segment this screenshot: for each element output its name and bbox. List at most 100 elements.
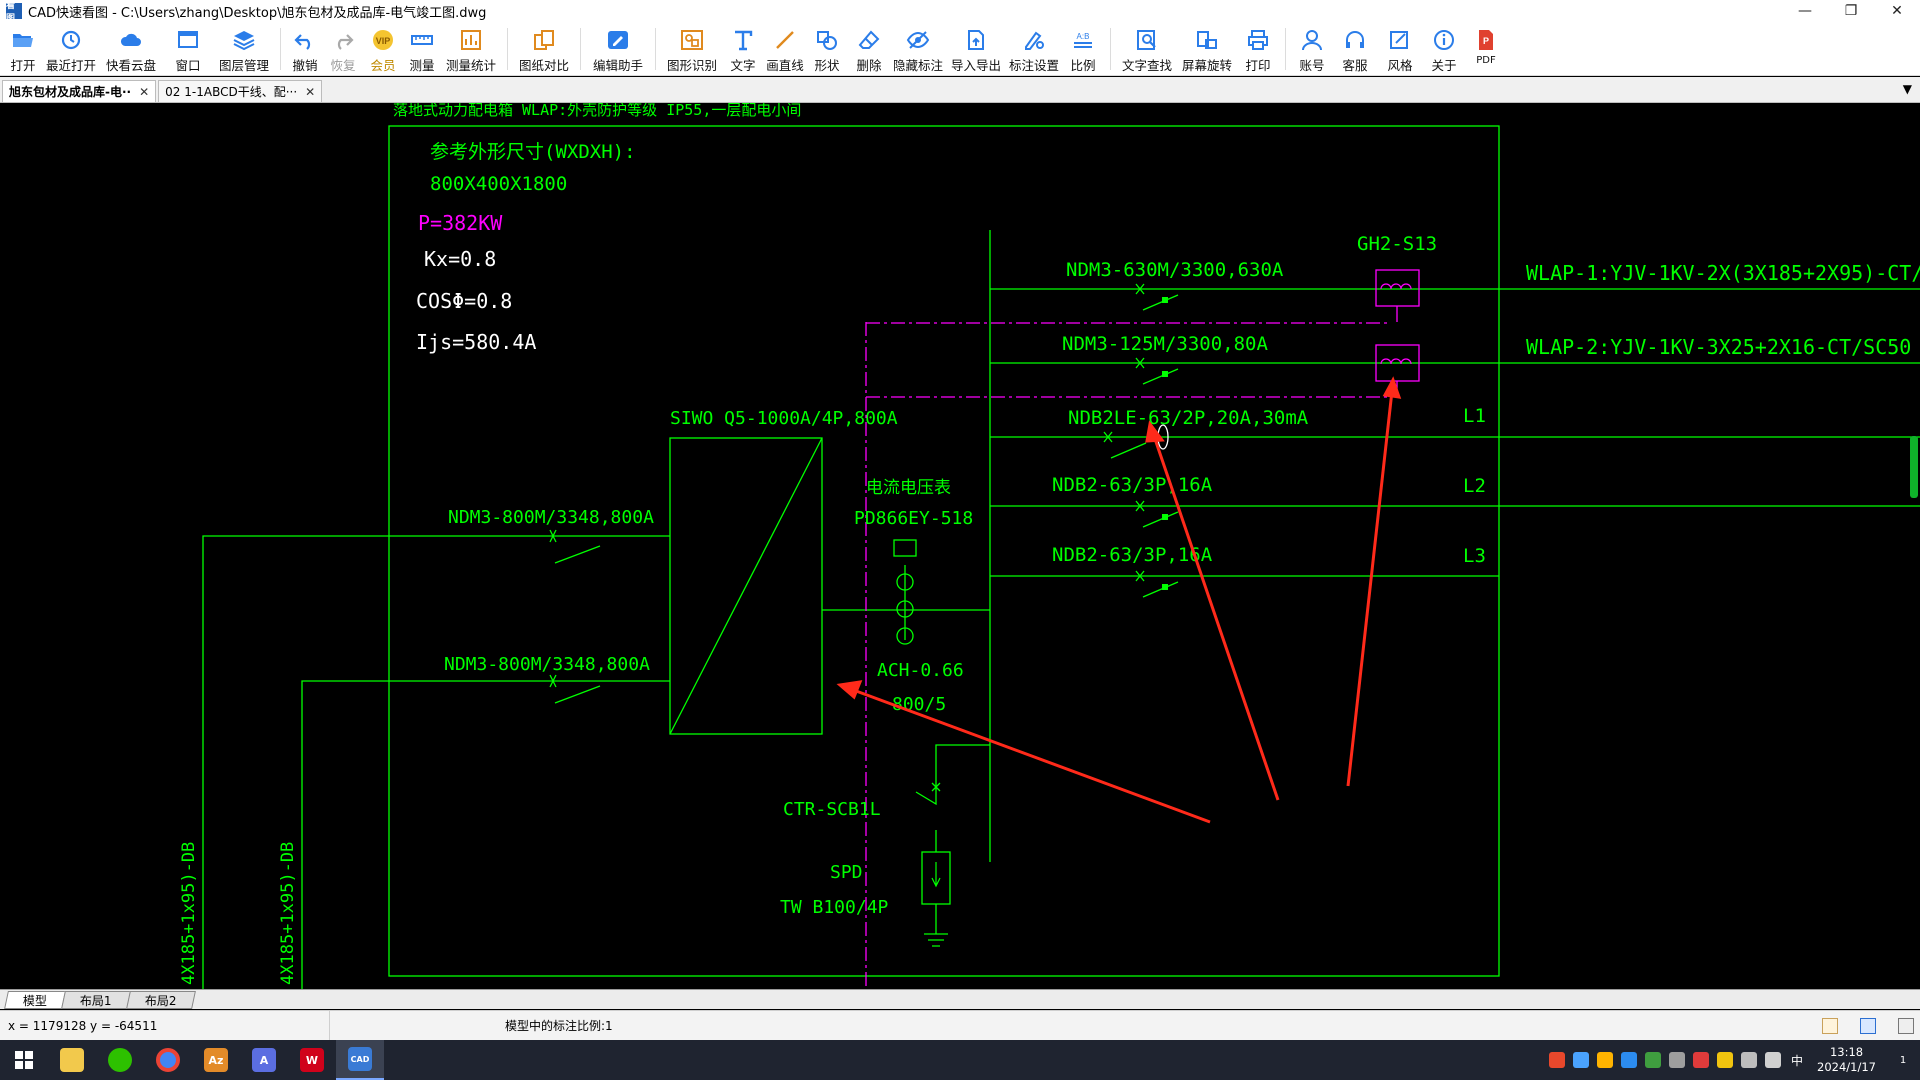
tab-layout-1[interactable]: 布局1	[61, 990, 131, 1009]
system-tray: 中 13:18 2024/1/17 1	[1545, 1040, 1920, 1080]
delete-button[interactable]: 删除	[848, 22, 890, 76]
tab-close-icon[interactable]: ✕	[139, 85, 149, 99]
app-logo-icon: 看图	[6, 1, 22, 24]
print-button[interactable]: 打印	[1237, 22, 1279, 76]
redo-button[interactable]: 恢复	[323, 22, 363, 76]
vip-button[interactable]: VIP 会员	[363, 22, 403, 76]
text-button[interactable]: 文字	[722, 22, 764, 76]
line-button[interactable]: 画直线	[764, 22, 806, 76]
taskbar-wps[interactable]: W	[288, 1040, 336, 1080]
toolbar-separator	[280, 28, 281, 70]
meter-gh2-1-coil	[1380, 283, 1412, 290]
document-tab-active[interactable]: 旭东包材及成品库-电·· ✕	[2, 80, 157, 102]
annotation-settings-button[interactable]: 标注设置	[1006, 22, 1062, 76]
vip-label: 会员	[370, 58, 396, 73]
tray-app-icon[interactable]	[1621, 1052, 1638, 1068]
taskbar-file-explorer[interactable]	[48, 1040, 96, 1080]
tray-clock[interactable]: 13:18 2024/1/17	[1817, 1045, 1876, 1075]
tray-arrow-icon[interactable]	[1597, 1052, 1614, 1068]
import-export-button[interactable]: 导入导出	[946, 22, 1006, 76]
tab-layout-2[interactable]: 布局2	[125, 990, 196, 1009]
annotation-scale-text: 模型中的标注比例:1	[505, 1019, 613, 1033]
collapse-icon[interactable]	[1898, 1018, 1914, 1034]
ats-label: SIWO Q5-1000A/4P,800A	[670, 408, 898, 429]
cloud-button[interactable]: 快看云盘	[100, 22, 162, 76]
close-button[interactable]: ✕	[1874, 0, 1920, 22]
feeder-1-breaker-label: NDM3-630M/3300,630A	[1066, 259, 1284, 281]
tray-volume-icon[interactable]	[1765, 1052, 1782, 1068]
tab-close-icon[interactable]: ✕	[305, 85, 315, 99]
compare-icon	[531, 28, 557, 52]
tray-security-icon[interactable]	[1693, 1052, 1710, 1068]
feeder-3-breaker-label: NDB2LE-63/2P,20A,30mA	[1068, 407, 1309, 429]
hide-annotation-button[interactable]: 隐藏标注	[890, 22, 946, 76]
ime-indicator[interactable]: 中	[1791, 1052, 1803, 1069]
scale-icon: A:B	[1070, 28, 1096, 52]
tab-model[interactable]: 模型	[4, 990, 66, 1009]
fullscreen-icon[interactable]	[1860, 1018, 1876, 1034]
shape-recognition-label: 图形识别	[666, 58, 717, 73]
open-button[interactable]: 打开	[4, 22, 42, 76]
tab-label: 02 1-1ABCD干线、配···	[165, 85, 298, 99]
toolbar-separator	[580, 28, 581, 70]
measure-stats-button[interactable]: 测量统计	[441, 22, 501, 76]
document-tab-bar: 旭东包材及成品库-电·· ✕ 02 1-1ABCD干线、配··· ✕ ▼	[0, 77, 1920, 103]
window-label: 窗口	[175, 58, 201, 73]
tray-ime-icon[interactable]	[1549, 1052, 1566, 1068]
minimize-button[interactable]: —	[1782, 0, 1828, 22]
about-button[interactable]: 关于	[1422, 22, 1466, 76]
text-search-button[interactable]: 文字查找	[1117, 22, 1177, 76]
layers-button[interactable]: 图层管理	[214, 22, 274, 76]
svg-text:A:B: A:B	[1077, 32, 1090, 41]
edit-assistant-button[interactable]: 编辑助手	[587, 22, 649, 76]
cursor-coordinates: x = 1179128 y = -64511	[0, 1010, 330, 1041]
compare-button[interactable]: 图纸对比	[514, 22, 574, 76]
taskbar-wechat[interactable]	[96, 1040, 144, 1080]
size-value: 800X400X1800	[430, 173, 567, 195]
drawing-canvas[interactable]: 落地式动力配电箱 WLAP:外壳防护等级 IP55,一层配电小间 参考外形尺寸(…	[0, 103, 1920, 989]
shapes-button[interactable]: 形状	[806, 22, 848, 76]
taskbar-az-app[interactable]: Az	[192, 1040, 240, 1080]
shape-recognition-button[interactable]: 图形识别	[662, 22, 722, 76]
title-bar: 看图 CAD快速看图 - C:\Users\zhang\Desktop\旭东包材…	[0, 0, 1920, 24]
tray-wechat-icon[interactable]	[1645, 1052, 1662, 1068]
recent-button[interactable]: 最近打开	[42, 22, 100, 76]
measure-button[interactable]: 测量	[403, 22, 441, 76]
cloud-icon	[118, 28, 144, 52]
tray-usb-icon[interactable]	[1669, 1052, 1686, 1068]
style-button[interactable]: 风格	[1378, 22, 1422, 76]
notification-center-icon[interactable]: 1	[1886, 1040, 1920, 1080]
gh2-label: GH2-S13	[1357, 233, 1437, 255]
restore-button[interactable]: ❐	[1828, 0, 1874, 22]
feeder-4-breaker-label: NDB2-63/3P,16A	[1052, 474, 1213, 496]
tray-cloud-icon[interactable]	[1573, 1052, 1590, 1068]
scale-button[interactable]: A:B 比例	[1062, 22, 1104, 76]
spd-model-label: TW B100/4P	[780, 897, 889, 918]
main-toolbar: 打开 最近打开 快看云盘 窗口 图层管理 撤销 恢复 VIP 会员 测量 测量统…	[0, 22, 1920, 76]
rotate-screen-button[interactable]: 屏幕旋转	[1177, 22, 1237, 76]
start-button[interactable]	[0, 1040, 48, 1080]
layout-toggle-icon[interactable]	[1822, 1018, 1838, 1034]
vertical-scroll-thumb[interactable]	[1910, 436, 1918, 498]
tray-update-icon[interactable]	[1717, 1052, 1734, 1068]
annotation-settings-label: 标注设置	[1008, 58, 1059, 73]
taskbar-chrome[interactable]	[144, 1040, 192, 1080]
phase-l3-label: L3	[1463, 545, 1486, 567]
kx-value: Kx=0.8	[424, 247, 496, 271]
tray-network-icon[interactable]	[1741, 1052, 1758, 1068]
undo-button[interactable]: 撤销	[287, 22, 323, 76]
print-icon	[1245, 28, 1271, 52]
taskbar-a-app[interactable]: A	[240, 1040, 288, 1080]
taskbar-cad-viewer[interactable]: CAD	[336, 1040, 384, 1080]
support-button[interactable]: 客服	[1332, 22, 1378, 76]
wps-icon: W	[300, 1048, 324, 1072]
window-button[interactable]: 窗口	[162, 22, 214, 76]
incoming-feeder-2	[301, 680, 670, 989]
about-label: 关于	[1431, 58, 1457, 73]
document-tab[interactable]: 02 1-1ABCD干线、配··· ✕	[158, 80, 323, 102]
edit-assistant-icon	[605, 28, 631, 52]
feeder-5-breaker-label: NDB2-63/3P,16A	[1052, 544, 1213, 566]
account-button[interactable]: 账号	[1292, 22, 1332, 76]
pdf-button[interactable]: P PDF	[1466, 22, 1506, 76]
tab-list-dropdown-icon[interactable]: ▼	[1903, 82, 1912, 96]
